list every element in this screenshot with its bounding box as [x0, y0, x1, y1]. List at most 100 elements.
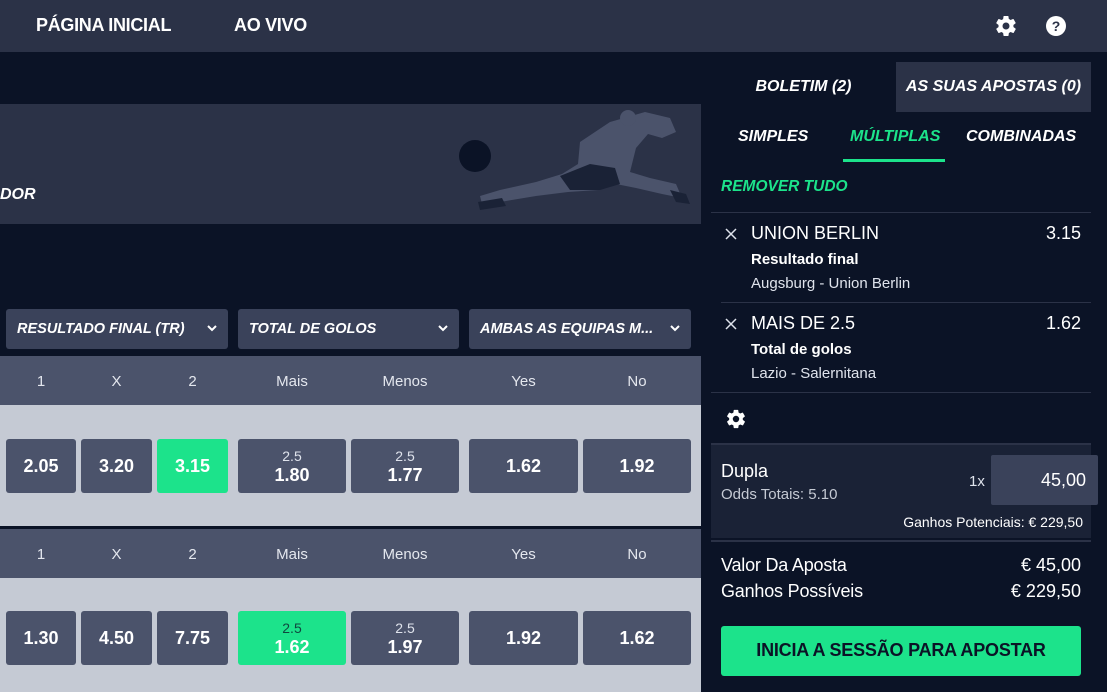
odd-home-button[interactable]: 2.05: [6, 439, 76, 493]
divider: [711, 212, 1091, 213]
divider: [721, 302, 1091, 303]
odd-no-button[interactable]: 1.62: [583, 611, 691, 665]
header-yes: Yes: [511, 373, 536, 390]
selection-market: Resultado final: [751, 251, 859, 268]
header-away: 2: [188, 373, 197, 390]
banner-title: DOR: [0, 186, 36, 203]
remove-all-button[interactable]: REMOVER TUDO: [721, 178, 848, 196]
gear-icon[interactable]: [725, 408, 747, 430]
odd-price: 1.80: [274, 465, 310, 485]
header-draw: X: [111, 373, 122, 390]
top-navigation: PÁGINA INICIAL AO VIVO ?: [0, 0, 1107, 52]
stake-label: Valor Da Aposta: [721, 555, 847, 575]
bet-type: Dupla: [721, 461, 769, 481]
login-to-bet-button[interactable]: INICIA A SESSÃO PARA APOSTAR: [721, 626, 1081, 676]
odd-price: 1.62: [505, 456, 542, 476]
odd-line: 2.5: [395, 448, 415, 464]
cta-label: INICIA A SESSÃO PARA APOSTAR: [756, 640, 1046, 660]
odd-over-button[interactable]: 2.5 1.80: [238, 439, 346, 493]
odd-line: 2.5: [395, 620, 415, 636]
nav-home-link[interactable]: PÁGINA INICIAL: [36, 15, 171, 36]
odd-home-button[interactable]: 1.30: [6, 611, 76, 665]
header-yes: Yes: [511, 546, 536, 563]
potential-gains: Ganhos Potenciais: € 229,50: [903, 514, 1083, 530]
subtab-combined[interactable]: COMBINADAS: [966, 128, 1076, 146]
odd-price: 1.30: [23, 628, 59, 648]
odd-price: 1.97: [387, 637, 423, 657]
close-icon[interactable]: [724, 317, 738, 331]
odd-price: 1.77: [387, 465, 423, 485]
nav-live-link[interactable]: AO VIVO: [234, 15, 307, 36]
event-odds-row: 1.30 4.50 7.75 2.5 1.62 2.5 1.97 1.92 1.…: [0, 578, 701, 692]
odd-line: 2.5: [282, 620, 302, 636]
market-dropdown-total-goals[interactable]: TOTAL DE GOLOS: [238, 309, 459, 349]
odd-yes-button[interactable]: 1.92: [469, 611, 578, 665]
odd-price: 3.15: [174, 456, 211, 476]
total-odds: Odds Totais: 5.10: [721, 486, 838, 503]
header-home: 1: [36, 546, 46, 563]
odd-price: 3.20: [98, 456, 135, 476]
event-odds-row: 2.05 3.20 3.15 2.5 1.80 2.5 1.77 1.62 1.…: [0, 405, 701, 526]
selection-odds: 1.62: [1045, 313, 1081, 333]
odds-header: 1 X 2 Mais Menos Yes No: [0, 529, 701, 579]
market-dropdown-label: TOTAL DE GOLOS: [249, 321, 377, 337]
odd-yes-button[interactable]: 1.62: [469, 439, 578, 493]
betslip-panel: BOLETIM (2) AS SUAS APOSTAS (0) SIMPLES …: [701, 52, 1107, 692]
chevron-down-icon: [438, 325, 448, 332]
odd-price: 1.62: [274, 637, 310, 657]
header-home: 1: [36, 373, 46, 390]
divider: [711, 392, 1091, 393]
odd-draw-button[interactable]: 4.50: [81, 611, 152, 665]
header-no: No: [627, 373, 647, 390]
odd-draw-button[interactable]: 3.20: [81, 439, 152, 493]
odd-under-button[interactable]: 2.5 1.77: [351, 439, 459, 493]
multiple-bet-box: Dupla Odds Totais: 5.10 1x Ganhos Potenc…: [711, 443, 1098, 538]
market-dropdown-label: RESULTADO FINAL (TR): [17, 321, 185, 337]
active-subtab-indicator: [843, 159, 945, 162]
market-dropdown-btts[interactable]: AMBAS AS EQUIPAS M...: [469, 309, 691, 349]
header-draw: X: [111, 546, 122, 563]
footballer-illustration: [459, 110, 690, 210]
selection-name: UNION BERLIN: [751, 223, 880, 243]
odd-price: 2.05: [23, 456, 59, 476]
odd-line: 2.5: [282, 448, 302, 464]
odd-away-button-selected[interactable]: 3.15: [157, 439, 228, 493]
odd-under-button[interactable]: 2.5 1.97: [351, 611, 459, 665]
header-away: 2: [188, 546, 197, 563]
subtab-multiples[interactable]: MÚLTIPLAS: [850, 128, 940, 146]
odd-away-button[interactable]: 7.75: [157, 611, 228, 665]
subtab-singles[interactable]: SIMPLES: [738, 128, 808, 146]
odd-price: 7.75: [174, 628, 211, 648]
selection-market: Total de golos: [751, 341, 852, 358]
header-under: Menos: [382, 373, 428, 390]
market-dropdown-result[interactable]: RESULTADO FINAL (TR): [6, 309, 228, 349]
odd-price: 1.92: [505, 628, 542, 648]
tab-betslip[interactable]: BOLETIM (2): [711, 62, 896, 112]
odd-no-button[interactable]: 1.92: [583, 439, 691, 493]
event-banner: DOR: [0, 104, 701, 224]
selection-odds: 3.15: [1045, 223, 1081, 243]
close-icon[interactable]: [724, 227, 738, 241]
sportsbook-page: PÁGINA INICIAL AO VIVO ? DOR RESULTADO F…: [0, 0, 1107, 692]
selection-name: MAIS DE 2.5: [751, 313, 856, 333]
odds-header: 1 X 2 Mais Menos Yes No: [0, 356, 701, 406]
tab-my-bets[interactable]: AS SUAS APOSTAS (0): [896, 62, 1091, 112]
tab-label: AS SUAS APOSTAS (0): [905, 78, 1082, 95]
header-under: Menos: [382, 546, 428, 563]
gear-icon[interactable]: [994, 14, 1018, 38]
chevron-down-icon: [207, 325, 217, 332]
odd-price: 1.92: [619, 456, 655, 476]
header-over: Mais: [276, 546, 308, 563]
winnings-label: Ganhos Possíveis: [721, 581, 863, 601]
header-no: No: [627, 546, 647, 563]
chevron-down-icon: [670, 325, 680, 332]
svg-text:?: ?: [1052, 18, 1061, 34]
stake-value: € 45,00: [1020, 555, 1081, 575]
odd-price: 4.50: [98, 628, 135, 648]
tab-label: BOLETIM (2): [755, 78, 852, 95]
market-dropdown-label: AMBAS AS EQUIPAS M...: [480, 321, 654, 337]
odd-over-button-selected[interactable]: 2.5 1.62: [238, 611, 346, 665]
question-circle-icon[interactable]: ?: [1044, 14, 1068, 38]
winnings-value: € 229,50: [1010, 581, 1081, 601]
stake-input[interactable]: [991, 455, 1098, 505]
